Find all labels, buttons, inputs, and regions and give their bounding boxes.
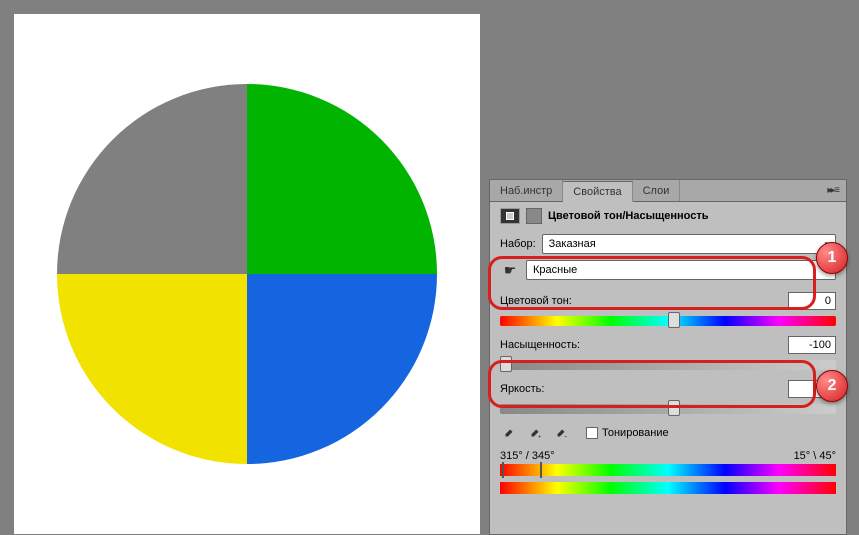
hue-range-strip-top[interactable] bbox=[500, 464, 836, 476]
hue-slider[interactable] bbox=[500, 316, 836, 326]
panel-body: Цветовой тон/Насыщенность Набор: Заказна… bbox=[490, 202, 846, 500]
lightness-row: Яркость: bbox=[500, 380, 836, 398]
hue-slider-handle[interactable] bbox=[668, 312, 680, 328]
saturation-label: Насыщенность: bbox=[500, 339, 588, 351]
panel-menu-icon[interactable]: ▸▸ ≡ bbox=[819, 185, 846, 196]
panel-tabs: Наб.инстр Свойства Слои ▸▸ ≡ bbox=[490, 180, 846, 202]
preset-label: Набор: bbox=[500, 238, 536, 250]
properties-panel: Наб.инстр Свойства Слои ▸▸ ≡ Цветовой то… bbox=[489, 179, 847, 535]
eyedropper-icon[interactable] bbox=[500, 424, 518, 442]
colorize-label: Тонирование bbox=[602, 427, 669, 439]
hue-label: Цветовой тон: bbox=[500, 295, 588, 307]
preset-select[interactable]: Заказная ▾ bbox=[542, 234, 836, 254]
adjustment-icon bbox=[500, 208, 520, 224]
saturation-slider[interactable] bbox=[500, 360, 836, 370]
range-left: 315° / 345° bbox=[500, 450, 555, 462]
range-readout: 315° / 345° 15° \ 45° bbox=[500, 450, 836, 462]
color-wheel-image bbox=[57, 84, 437, 464]
hue-row: Цветовой тон: bbox=[500, 292, 836, 310]
callout-1: 1 bbox=[816, 242, 848, 274]
tab-properties[interactable]: Свойства bbox=[563, 181, 632, 202]
range-marker[interactable] bbox=[502, 462, 542, 478]
hue-range-strip-bottom bbox=[500, 482, 836, 494]
channel-row: ☛ Красные ▾ bbox=[500, 260, 836, 280]
colorize-checkbox[interactable] bbox=[586, 427, 598, 439]
range-right: 15° \ 45° bbox=[794, 450, 836, 462]
eyedropper-row: Тонирование bbox=[500, 424, 836, 442]
saturation-slider-handle[interactable] bbox=[500, 356, 512, 372]
mask-icon bbox=[526, 208, 542, 224]
eyedropper-plus-icon[interactable] bbox=[526, 424, 544, 442]
colorize-checkbox-group: Тонирование bbox=[586, 427, 669, 439]
targeted-adjust-icon[interactable]: ☛ bbox=[500, 261, 520, 279]
tab-presets[interactable]: Наб.инстр bbox=[490, 180, 563, 201]
eyedropper-minus-icon[interactable] bbox=[552, 424, 570, 442]
lightness-slider-handle[interactable] bbox=[668, 400, 680, 416]
adjustment-title-row: Цветовой тон/Насыщенность bbox=[500, 208, 836, 224]
saturation-input[interactable] bbox=[788, 336, 836, 354]
lightness-slider[interactable] bbox=[500, 404, 836, 414]
tab-layers[interactable]: Слои bbox=[633, 180, 681, 201]
hue-input[interactable] bbox=[788, 292, 836, 310]
channel-select[interactable]: Красные ▾ bbox=[526, 260, 836, 280]
preset-row: Набор: Заказная ▾ bbox=[500, 234, 836, 254]
channel-value: Красные bbox=[533, 264, 577, 276]
saturation-row: Насыщенность: bbox=[500, 336, 836, 354]
canvas-area bbox=[14, 14, 480, 534]
callout-2: 2 bbox=[816, 370, 848, 402]
adjustment-title: Цветовой тон/Насыщенность bbox=[548, 210, 709, 222]
lightness-label: Яркость: bbox=[500, 383, 588, 395]
preset-value: Заказная bbox=[549, 238, 596, 250]
